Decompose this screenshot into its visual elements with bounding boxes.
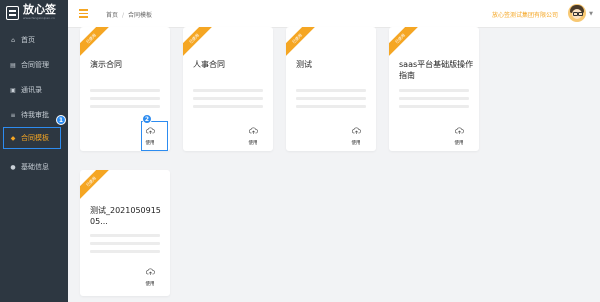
use-button[interactable]: 使用 — [346, 123, 366, 147]
placeholder-line — [193, 89, 263, 92]
use-button[interactable]: 使用 — [449, 123, 469, 147]
use-label: 使用 — [454, 141, 464, 146]
used-ribbon: 已使用 — [389, 27, 421, 59]
placeholder-line — [296, 89, 366, 92]
use-label: 使用 — [351, 141, 361, 146]
logo-name: 放心签 — [23, 3, 56, 16]
placeholder-line — [90, 250, 160, 253]
sidebar: 放心签 www.fangxinqian.cn ⌂ 首页 ▤ 合同管理 ▣ 通讯录… — [0, 0, 68, 302]
used-ribbon: 已使用 — [80, 27, 112, 59]
card-title: saas平台基础版操作指南 — [399, 60, 474, 80]
card-title: 测试_202105091505... — [90, 206, 161, 226]
placeholder-line — [399, 97, 469, 100]
chevron-down-icon[interactable]: ▼ — [589, 11, 593, 17]
step-badge-1: 1 — [56, 115, 66, 125]
placeholder-line — [193, 105, 263, 108]
template-card[interactable]: 已使用 测试_202105091505... 使用 — [80, 170, 170, 296]
template-card[interactable]: 已使用 saas平台基础版操作指南 使用 — [389, 27, 479, 151]
list-icon: ≡ — [10, 111, 16, 119]
menu-toggle-icon[interactable] — [79, 9, 88, 18]
sidebar-item-label: 待我审批 — [21, 111, 49, 119]
used-ribbon: 已使用 — [183, 27, 215, 59]
breadcrumb: 首页 / 合同模板 — [106, 10, 152, 19]
placeholder-line — [399, 89, 469, 92]
step-badge-2: 2 — [142, 114, 152, 124]
placeholder-line — [296, 97, 366, 100]
use-button[interactable]: 使用 — [243, 123, 263, 147]
user-icon: ● — [10, 163, 16, 171]
card-title: 演示合同 — [90, 60, 122, 69]
avatar[interactable] — [568, 4, 586, 22]
active-item-highlight — [3, 127, 61, 149]
template-card[interactable]: 已使用 测试 使用 — [286, 27, 376, 151]
placeholder-line — [296, 105, 366, 108]
cloud-upload-icon — [248, 127, 258, 134]
use-label: 使用 — [145, 282, 155, 287]
cloud-upload-icon — [145, 268, 155, 275]
cloud-upload-icon — [454, 127, 464, 134]
placeholder-line — [90, 89, 160, 92]
use-button[interactable]: 使用 — [140, 264, 160, 288]
sidebar-item-contracts[interactable]: ▤ 合同管理 — [0, 54, 68, 76]
sidebar-item-label: 首页 — [21, 36, 35, 44]
card-title: 测试 — [296, 60, 312, 69]
breadcrumb-separator: / — [122, 12, 125, 19]
placeholder-line — [90, 234, 160, 237]
sidebar-item-basic-info[interactable]: ● 基础信息 — [0, 156, 68, 178]
placeholder-line — [90, 105, 160, 108]
placeholder-line — [399, 105, 469, 108]
use-button-highlight — [141, 121, 168, 151]
card-title: 人事合同 — [193, 60, 225, 69]
sidebar-item-label: 通讯录 — [21, 86, 42, 94]
breadcrumb-current: 合同模板 — [128, 12, 153, 19]
logo-icon — [6, 6, 19, 20]
logo[interactable]: 放心签 www.fangxinqian.cn — [6, 4, 66, 26]
template-card[interactable]: 已使用 人事合同 使用 — [183, 27, 273, 151]
breadcrumb-home[interactable]: 首页 — [106, 12, 118, 19]
sidebar-item-contacts[interactable]: ▣ 通讯录 — [0, 79, 68, 101]
file-icon: ▤ — [10, 61, 16, 69]
top-header: 首页 / 合同模板 放心签测试集团有限公司 ▼ — [68, 0, 600, 28]
cloud-upload-icon — [351, 127, 361, 134]
placeholder-line — [90, 242, 160, 245]
sidebar-item-home[interactable]: ⌂ 首页 — [0, 29, 68, 51]
contacts-icon: ▣ — [10, 86, 16, 94]
placeholder-line — [90, 97, 160, 100]
use-label: 使用 — [248, 141, 258, 146]
placeholder-line — [193, 97, 263, 100]
company-name[interactable]: 放心签测试集团有限公司 — [492, 10, 558, 19]
used-ribbon: 已使用 — [80, 170, 112, 202]
used-ribbon: 已使用 — [286, 27, 318, 59]
logo-sub: www.fangxinqian.cn — [23, 16, 56, 20]
sidebar-item-label: 基础信息 — [21, 163, 49, 171]
sidebar-item-label: 合同管理 — [21, 61, 49, 69]
home-icon: ⌂ — [11, 36, 15, 44]
